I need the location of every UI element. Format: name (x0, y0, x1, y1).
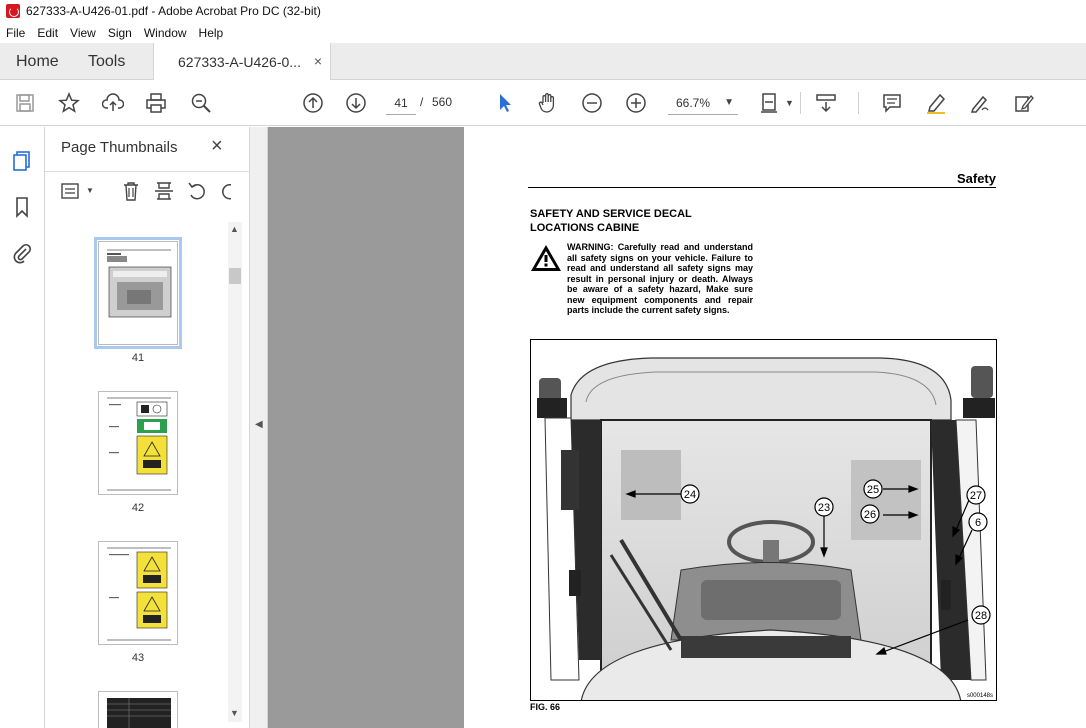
highlight-icon[interactable] (923, 90, 949, 116)
callout-24: 24 (684, 489, 696, 501)
tab-home[interactable]: Home (16, 43, 59, 80)
window-title: 627333-A-U426-01.pdf - Adobe Acrobat Pro… (26, 4, 321, 18)
page-down-icon[interactable] (343, 90, 369, 116)
thumbnail-43-number: 43 (131, 652, 145, 664)
figure-code: s000148s (967, 693, 993, 699)
thumbnail-page-44[interactable] (98, 691, 178, 728)
tab-close-icon[interactable]: × (314, 53, 322, 69)
zoom-level-value: 66.7% (676, 96, 711, 110)
thumbnail-41-number: 41 (131, 352, 145, 364)
delete-page-icon[interactable] (120, 180, 142, 202)
save-icon[interactable] (12, 90, 38, 116)
search-zoom-icon[interactable] (188, 90, 214, 116)
menu-help[interactable]: Help (199, 26, 224, 40)
bookmark-star-icon[interactable] (56, 90, 82, 116)
attachments-icon[interactable] (10, 241, 34, 265)
hand-icon[interactable] (535, 90, 561, 116)
panel-title: Page Thumbnails (61, 139, 178, 156)
rotate-left-icon[interactable] (186, 180, 208, 202)
page-number-input[interactable]: 41 (386, 91, 416, 115)
pdf-page: Safety SAFETY AND SERVICE DECAL LOCATION… (464, 127, 1086, 728)
section-heading-line1: SAFETY AND SERVICE DECAL (530, 208, 692, 220)
figure-caption: FIG. 66 (530, 702, 561, 712)
warning-triangle-icon (530, 244, 562, 275)
thumbnail-page-43[interactable] (98, 541, 178, 645)
thumbnail-41-preview (107, 249, 172, 318)
zoom-level-select[interactable]: 66.7% ▼ (668, 91, 738, 115)
panel-toolbar: ▼ (45, 171, 250, 209)
tab-tools[interactable]: Tools (88, 43, 125, 80)
thumbnail-44-preview (107, 698, 171, 728)
menu-bar: File Edit View Sign Window Help (0, 22, 1086, 43)
panel-collapse-handle[interactable]: ◀ (250, 127, 268, 728)
callout-23: 23 (818, 502, 830, 514)
callout-6: 6 (975, 517, 981, 529)
zoom-in-icon[interactable] (623, 90, 649, 116)
tab-document[interactable]: 627333-A-U426-0... × (153, 43, 331, 80)
fit-page-dropdown-icon[interactable]: ▼ (785, 98, 794, 108)
fit-page-icon[interactable] (757, 90, 783, 116)
extract-page-icon[interactable] (153, 180, 175, 202)
page-thumbnails-icon[interactable] (10, 149, 34, 173)
cab-figure: 24 23 25 26 27 6 28 s000148s (530, 339, 997, 701)
toolbar-divider (858, 92, 859, 114)
scroll-up-icon[interactable]: ▲ (230, 224, 239, 234)
section-heading-line2: LOCATIONS CABINE (530, 222, 640, 234)
warning-text: WARNING: Carefully read and understand a… (567, 242, 753, 315)
close-icon[interactable]: × (211, 135, 223, 158)
comment-icon[interactable] (879, 90, 905, 116)
select-pointer-icon[interactable] (492, 90, 518, 116)
callout-25: 25 (867, 484, 879, 496)
header-rule (528, 187, 996, 188)
sign-icon[interactable] (967, 90, 993, 116)
callout-26: 26 (864, 509, 876, 521)
menu-file[interactable]: File (6, 26, 25, 40)
page-separator: / (420, 95, 424, 109)
toolbar: 41 / 560 66.7% ▼ ▼ (0, 80, 1086, 126)
menu-view[interactable]: View (70, 26, 96, 40)
page-header-title: Safety (956, 171, 996, 186)
thumbnail-43-preview (107, 547, 171, 641)
nav-rail (0, 127, 45, 728)
scroll-mode-icon[interactable] (813, 90, 839, 116)
thumbnail-page-41[interactable] (94, 237, 182, 349)
thumbnail-scrollbar[interactable]: ▲ ▼ (228, 222, 242, 722)
toolbar-divider (800, 92, 801, 114)
title-bar: 627333-A-U426-01.pdf - Adobe Acrobat Pro… (0, 0, 1086, 22)
chevron-left-icon: ◀ (255, 419, 263, 430)
thumbnail-page-42[interactable] (98, 391, 178, 495)
scroll-down-icon[interactable]: ▼ (230, 708, 239, 718)
scrollbar-thumb[interactable] (229, 268, 241, 284)
document-viewport[interactable]: Safety SAFETY AND SERVICE DECAL LOCATION… (268, 127, 1086, 728)
menu-window[interactable]: Window (144, 26, 187, 40)
chevron-down-icon: ▼ (724, 97, 734, 108)
options-dropdown-icon[interactable]: ▼ (86, 186, 94, 195)
upload-icon[interactable] (100, 90, 126, 116)
page-total: 560 (432, 95, 453, 109)
options-menu-icon[interactable] (60, 180, 82, 202)
rotate-right-icon[interactable] (219, 180, 231, 202)
thumbnail-42-number: 42 (131, 502, 145, 514)
thumbnail-panel: Page Thumbnails × ▼ 41 42 43 ▲ ▼ (45, 127, 250, 728)
print-icon[interactable] (143, 90, 169, 116)
tab-document-label: 627333-A-U426-0... (178, 53, 301, 70)
tab-bar: Home Tools 627333-A-U426-0... × (0, 43, 1086, 80)
menu-sign[interactable]: Sign (108, 26, 132, 40)
acrobat-logo-icon (6, 4, 20, 18)
bookmarks-icon[interactable] (10, 195, 34, 219)
zoom-out-icon[interactable] (579, 90, 605, 116)
thumbnail-42-preview (107, 397, 171, 491)
page-up-icon[interactable] (300, 90, 326, 116)
cab-illustration: 24 23 25 26 27 6 28 s000148s (531, 340, 996, 700)
callout-27: 27 (970, 490, 982, 502)
edit-pdf-icon[interactable] (1011, 90, 1037, 116)
section-heading: SAFETY AND SERVICE DECAL LOCATIONS CABIN… (530, 207, 692, 235)
menu-edit[interactable]: Edit (37, 26, 58, 40)
callout-28: 28 (975, 610, 987, 622)
